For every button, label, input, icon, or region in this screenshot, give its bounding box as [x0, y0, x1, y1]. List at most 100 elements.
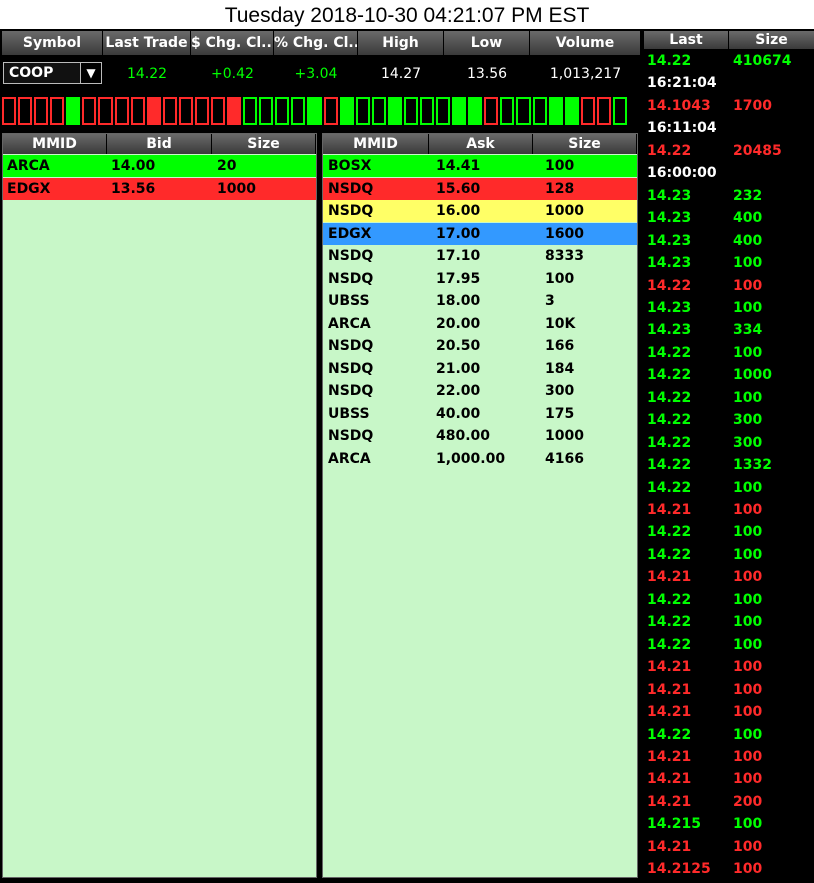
ask-row[interactable]: BOSX 14.41 100	[323, 155, 637, 177]
ask-row[interactable]: NSDQ 16.00 1000	[323, 200, 637, 222]
ts-header-last[interactable]: Last	[644, 31, 728, 49]
ts-row[interactable]: 14.23 400	[643, 207, 814, 229]
ts-row[interactable]: 14.22 100	[643, 387, 814, 409]
window-title: Tuesday 2018-10-30 04:21:07 PM EST	[224, 4, 590, 27]
ts-size: 100	[733, 591, 763, 608]
tick-block	[548, 97, 563, 125]
col-header-volume[interactable]: Volume	[530, 31, 641, 55]
ts-size: 400	[733, 210, 763, 227]
ts-size: 100	[733, 838, 763, 855]
ask-row[interactable]: NSDQ 20.50 166	[323, 335, 637, 357]
ts-row[interactable]: 14.22 1000	[643, 364, 814, 386]
ts-row[interactable]: 14.22 100	[643, 634, 814, 656]
ask-header-size[interactable]: Size	[533, 134, 637, 154]
ts-row[interactable]: 16:11:04	[643, 117, 814, 139]
ts-row[interactable]: 14.22 100	[643, 589, 814, 611]
ts-row[interactable]: 14.21 100	[643, 746, 814, 768]
ts-last: 14.22	[647, 591, 692, 608]
ask-row[interactable]: NSDQ 22.00 300	[323, 380, 637, 402]
ts-row[interactable]: 16:21:04	[643, 72, 814, 94]
bid-header-price[interactable]: Bid	[107, 134, 212, 154]
ts-row[interactable]: 14.21 100	[643, 679, 814, 701]
ts-size: 100	[733, 681, 763, 698]
tick-block	[275, 97, 290, 125]
ts-row[interactable]: 16:00:00	[643, 162, 814, 184]
ask-panel[interactable]: MMID Ask Size BOSX 14.41 100 NSDQ 15.60 128 NS…	[322, 133, 638, 878]
ts-header-size[interactable]: Size	[729, 31, 814, 49]
ask-row[interactable]: ARCA 1,000.00 4166	[323, 448, 637, 470]
ask-row[interactable]: ARCA 20.00 10K	[323, 313, 637, 335]
ts-row[interactable]: 14.21 100	[643, 768, 814, 790]
col-header-last-trade[interactable]: Last Trade	[103, 31, 191, 55]
ts-row[interactable]: 14.23 334	[643, 319, 814, 341]
ts-size: 100	[733, 771, 763, 788]
ts-row[interactable]: 14.215 100	[643, 813, 814, 835]
ask-row[interactable]: NSDQ 21.00 184	[323, 358, 637, 380]
ts-row[interactable]: 14.23 400	[643, 230, 814, 252]
ts-row[interactable]: 14.22 100	[643, 342, 814, 364]
tick-block	[468, 97, 483, 125]
col-header-high[interactable]: High	[358, 31, 444, 55]
ts-row[interactable]: 14.22 300	[643, 409, 814, 431]
ts-row[interactable]: 14.21 200	[643, 791, 814, 813]
ts-row[interactable]: 14.22 100	[643, 521, 814, 543]
ts-row[interactable]: 14.22 100	[643, 544, 814, 566]
chevron-down-icon[interactable]: ▼	[80, 63, 101, 83]
bid-header-size[interactable]: Size	[212, 134, 316, 154]
col-header-pct-change[interactable]: % Chg. Cl...	[274, 31, 358, 55]
ts-size: 100	[733, 479, 763, 496]
ask-row[interactable]: NSDQ 15.60 128	[323, 177, 637, 200]
ask-row[interactable]: UBSS 18.00 3	[323, 290, 637, 312]
ts-size: 100	[733, 546, 763, 563]
ask-row[interactable]: EDGX 17.00 1600	[323, 222, 637, 245]
ts-row[interactable]: 14.23 232	[643, 185, 814, 207]
col-header-low[interactable]: Low	[444, 31, 530, 55]
bid-price: 14.00	[111, 158, 156, 174]
ts-row[interactable]: 14.1043 1700	[643, 95, 814, 117]
ask-row[interactable]: NSDQ 17.10 8333	[323, 245, 637, 267]
ask-row[interactable]: NSDQ 480.00 1000	[323, 425, 637, 447]
ts-row[interactable]: 14.22 300	[643, 432, 814, 454]
ts-row[interactable]: 14.22 100	[643, 611, 814, 633]
ts-row[interactable]: 14.2125 100	[643, 858, 814, 880]
ts-row[interactable]: 14.21 100	[643, 566, 814, 588]
ts-row[interactable]: 14.22 100	[643, 275, 814, 297]
high-value: 14.27	[380, 66, 422, 82]
ask-price: 17.10	[436, 248, 481, 264]
bid-row[interactable]: EDGX 13.56 1000	[3, 177, 316, 200]
bid-row[interactable]: ARCA 14.00 20	[3, 155, 316, 177]
ts-row[interactable]: 14.21 100	[643, 656, 814, 678]
ts-row[interactable]: 14.21 100	[643, 836, 814, 858]
ask-size: 100	[545, 158, 575, 174]
tick-block	[516, 97, 531, 125]
ask-size: 4166	[545, 450, 584, 467]
tick-block	[420, 97, 435, 125]
ts-row[interactable]: 14.23 100	[643, 297, 814, 319]
bid-size: 1000	[217, 180, 256, 197]
ask-size: 128	[545, 180, 575, 197]
ask-header-mmid[interactable]: MMID	[323, 134, 429, 154]
ts-last: 14.23	[647, 322, 692, 339]
symbol-select[interactable]: COOP ▼	[3, 62, 102, 84]
ts-row[interactable]: 14.21 100	[643, 701, 814, 723]
ts-size: 100	[733, 659, 763, 676]
bid-panel[interactable]: MMID Bid Size ARCA 14.00 20 EDGX 13.56 1000	[2, 133, 317, 878]
col-header-dollar-change[interactable]: $ Chg. Cl...	[191, 31, 274, 55]
col-header-symbol[interactable]: Symbol	[2, 31, 103, 55]
ts-row[interactable]: 14.22 100	[643, 724, 814, 746]
ts-row[interactable]: 14.22 410674	[643, 50, 814, 72]
bid-header-mmid[interactable]: MMID	[3, 134, 107, 154]
tick-block	[532, 97, 547, 125]
ts-row[interactable]: 14.22 100	[643, 477, 814, 499]
ask-row[interactable]: NSDQ 17.95 100	[323, 268, 637, 290]
ts-row[interactable]: 14.23 100	[643, 252, 814, 274]
ask-row[interactable]: UBSS 40.00 175	[323, 403, 637, 425]
ts-last: 14.22	[647, 412, 692, 429]
tick-block	[580, 97, 595, 125]
ts-row[interactable]: 14.21 100	[643, 499, 814, 521]
ask-header-price[interactable]: Ask	[429, 134, 533, 154]
ts-last: 14.22	[647, 434, 692, 451]
ts-row[interactable]: 14.22 20485	[643, 140, 814, 162]
ask-price: 18.00	[436, 293, 481, 309]
ts-row[interactable]: 14.22 1332	[643, 454, 814, 476]
